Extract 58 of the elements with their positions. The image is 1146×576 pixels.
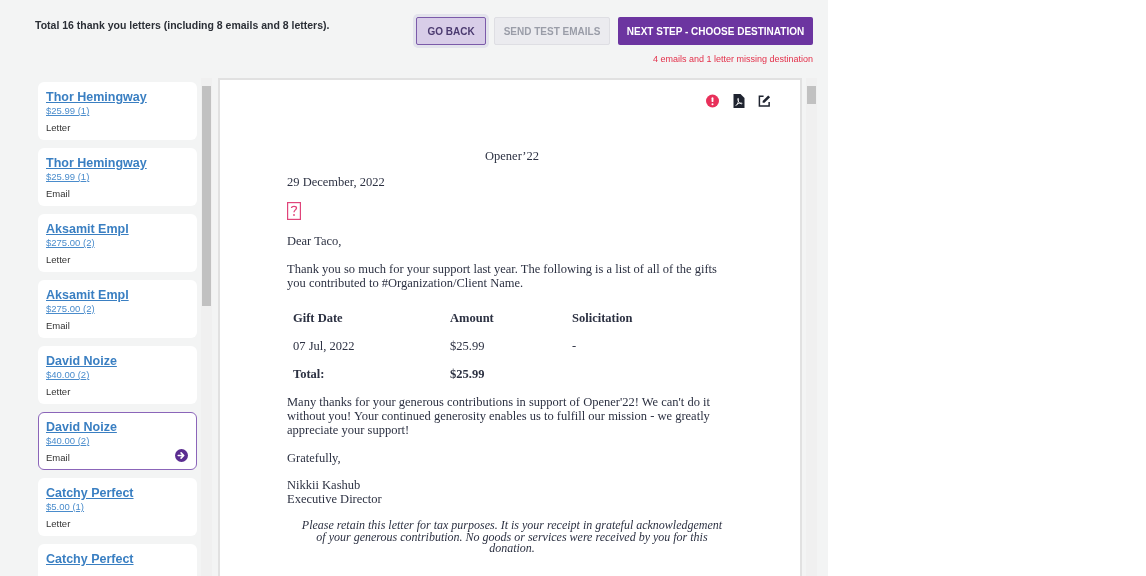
- amount-link[interactable]: $25.99 (1): [46, 105, 189, 117]
- tax-note: Please retain this letter for tax purposes. It is your receipt in grateful acknowledgement of your generous contribution. No goods or services were received by you for this donation.: [300, 520, 724, 555]
- signer-name: Nikkii Kashub: [287, 478, 362, 492]
- total-label: Total:: [293, 367, 326, 381]
- amount-link[interactable]: $275.00 (2): [46, 237, 189, 249]
- recipient-name-link[interactable]: David Noize: [46, 353, 189, 369]
- amount-link[interactable]: $40.00 (2): [46, 435, 189, 447]
- alert-icon[interactable]: [706, 94, 719, 108]
- scrollbar[interactable]: [201, 78, 212, 576]
- next-step-button[interactable]: NEXT STEP - CHOOSE DESTINATION: [618, 17, 813, 45]
- column-header: Gift Date: [293, 311, 344, 325]
- table-cell-text: $25.99: [450, 339, 486, 353]
- event-title: Opener’22: [484, 149, 540, 163]
- column-header: Solicitation: [572, 311, 634, 325]
- delivery-type-text: Email: [46, 319, 70, 332]
- recipient-card[interactable]: Catchy Perfect $5.00 (1) Letter: [38, 478, 197, 536]
- recipient-name-link[interactable]: Aksamit Empl: [46, 287, 189, 303]
- body-paragraph: Many thanks for your generous contributions in support of Opener'22! We can't do it without you! Your continued generosity enables us to fulfill our mission - we greatly appreciate your support!: [287, 395, 711, 437]
- back-button[interactable]: GO BACK: [416, 17, 486, 45]
- delivery-type-text: Letter: [46, 385, 71, 398]
- letter-date: 29 December, 2022: [287, 175, 386, 189]
- closing-text: Gratefully,: [287, 451, 342, 465]
- salutation-text: Dear Taco,: [287, 234, 343, 248]
- broken-image-icon: [287, 202, 301, 220]
- recipient-card[interactable]: Thor Hemingway $25.99 (1) Letter: [38, 82, 197, 140]
- column-header: Amount: [450, 311, 495, 325]
- intro-paragraph: Thank you so much for your support last year. The following is a list of all of the gifts you contributed to #Organization/Client Name.: [287, 262, 718, 290]
- recipient-card[interactable]: Aksamit Empl $275.00 (2) Email: [38, 280, 197, 338]
- delivery-type-text: Email: [46, 451, 70, 464]
- recipient-name-link[interactable]: David Noize: [46, 419, 189, 435]
- delivery-type-text: Letter: [46, 517, 71, 530]
- recipient-card[interactable]: Aksamit Empl $275.00 (2) Letter: [38, 214, 197, 272]
- arrow-circle-icon[interactable]: [175, 449, 188, 462]
- summary-text: Total 16 thank you letters (including 8 emails and 8 letters).: [35, 19, 331, 33]
- amount-link[interactable]: $5.00 (1): [46, 501, 189, 513]
- table-cell-text: 07 Jul, 2022: [293, 339, 356, 353]
- table-cell-text: -: [572, 339, 578, 353]
- recipient-card[interactable]: Thor Hemingway $25.99 (1) Email: [38, 148, 197, 206]
- signer-title: Executive Director: [287, 492, 383, 506]
- delivery-type-text: Letter: [46, 253, 71, 266]
- delivery-type-text: Email: [46, 187, 70, 200]
- warning-text: 4 emails and 1 letter missing destination: [652, 54, 813, 64]
- recipient-name-link[interactable]: Thor Hemingway: [46, 89, 189, 105]
- recipient-name-link[interactable]: Catchy Perfect: [46, 551, 189, 567]
- edit-icon[interactable]: [758, 94, 771, 108]
- recipient-card[interactable]: David Noize $40.00 (2) Letter: [38, 346, 197, 404]
- recipient-name-link[interactable]: Catchy Perfect: [46, 485, 189, 501]
- amount-link[interactable]: $40.00 (2): [46, 369, 189, 381]
- amount-link[interactable]: $275.00 (2): [46, 303, 189, 315]
- pdf-file-icon[interactable]: [732, 94, 745, 108]
- recipient-name-link[interactable]: Thor Hemingway: [46, 155, 189, 171]
- scrollbar[interactable]: [806, 78, 817, 576]
- recipient-name-link[interactable]: Aksamit Empl: [46, 221, 189, 237]
- delivery-type-text: Letter: [46, 121, 71, 134]
- recipient-card[interactable]: Catchy Perfect: [38, 544, 197, 576]
- recipient-card[interactable]: David Noize $40.00 (2) Email: [38, 412, 197, 470]
- amount-link[interactable]: $25.99 (1): [46, 171, 189, 183]
- total-amount: $25.99: [450, 367, 486, 381]
